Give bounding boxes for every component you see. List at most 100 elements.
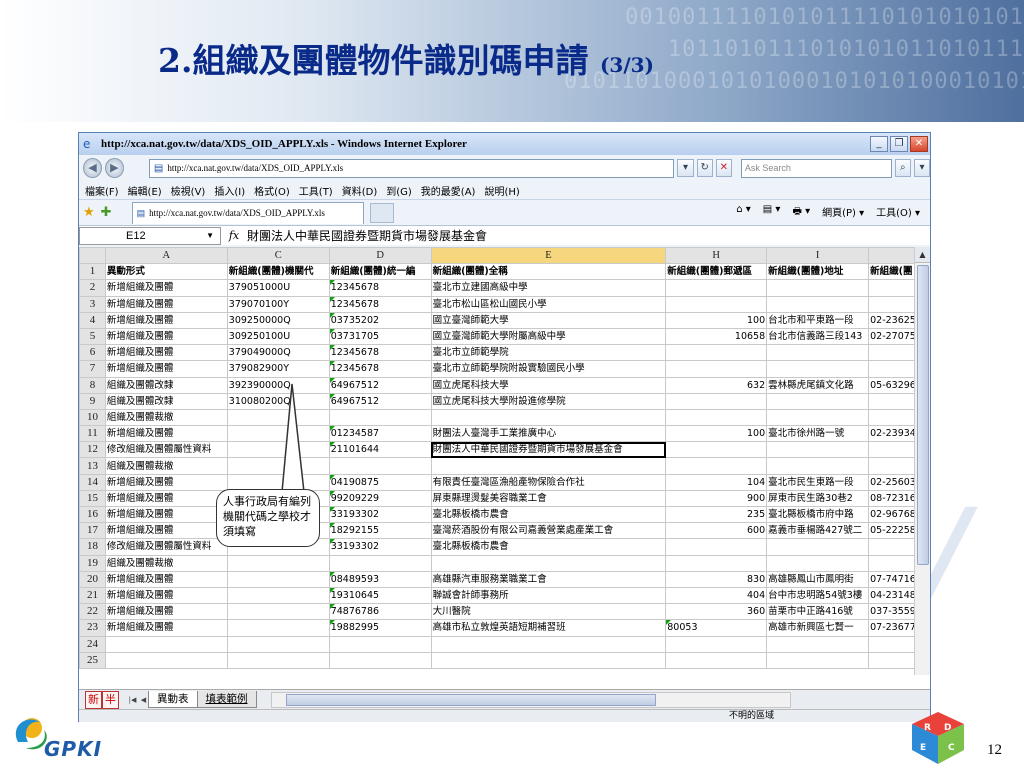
table-cell[interactable]: 高雄縣汽車服務業職業工會 xyxy=(430,570,667,588)
table-cell[interactable]: 01234587 xyxy=(328,425,432,443)
sheet-tab[interactable]: 填表範例 xyxy=(196,691,257,708)
tab-current[interactable]: ▤ http://xca.nat.gov.tw/data/XDS_OID_APP… xyxy=(131,201,364,224)
table-cell[interactable]: 80053 xyxy=(665,619,768,637)
sheet-tab[interactable]: 異動表 xyxy=(148,691,198,708)
row-header[interactable]: 18 xyxy=(79,538,106,556)
table-cell[interactable]: 309250000Q xyxy=(226,311,330,329)
menu-tools[interactable]: 工具(T) xyxy=(299,183,333,198)
table-cell[interactable]: 379049000Q xyxy=(226,344,330,362)
table-cell[interactable]: 12345678 xyxy=(328,295,432,313)
table-cell[interactable] xyxy=(766,408,870,427)
table-cell[interactable] xyxy=(766,279,870,297)
table-cell[interactable]: 新增組織及團體 xyxy=(104,360,228,378)
horizontal-scrollbar[interactable] xyxy=(270,691,791,708)
table-cell[interactable] xyxy=(226,586,330,605)
row-header[interactable]: 1 xyxy=(79,263,106,281)
menu-view[interactable]: 檢視(V) xyxy=(171,183,206,198)
table-cell[interactable]: 830 xyxy=(665,570,768,588)
table-cell[interactable]: 33193302 xyxy=(328,538,432,556)
table-cell[interactable]: 新組織(團體)機關代 xyxy=(226,263,330,281)
table-cell[interactable] xyxy=(104,651,228,669)
table-cell[interactable]: 臺灣菸酒股份有限公司嘉義營業處產業工會 xyxy=(430,522,667,540)
table-cell[interactable]: 18292155 xyxy=(328,522,432,540)
row-header[interactable]: 10 xyxy=(79,408,106,427)
row-header[interactable]: 7 xyxy=(79,360,106,378)
table-cell[interactable]: 235 xyxy=(665,505,768,524)
menu-edit[interactable]: 編輯(E) xyxy=(128,183,162,198)
row-header[interactable]: 12 xyxy=(79,441,106,459)
table-cell[interactable]: 雲林縣虎尾鎮文化路 xyxy=(766,376,870,394)
table-cell[interactable]: 03735202 xyxy=(328,311,432,329)
table-cell[interactable]: 臺北市立師範學院附設實驗國民小學 xyxy=(430,360,667,378)
table-cell[interactable]: 異動形式 xyxy=(104,263,228,281)
maximize-button[interactable]: ❐ xyxy=(890,136,908,152)
table-cell[interactable]: 臺北市徐州路一號 xyxy=(766,425,870,443)
table-cell[interactable]: 新增組織及團體 xyxy=(104,505,228,524)
table-cell[interactable]: 12345678 xyxy=(328,344,432,362)
formula-input[interactable]: 財團法人中華民國證券暨期貨市場發展基金會 xyxy=(247,227,930,244)
table-cell[interactable]: 高雄縣鳳山市鳳明街 xyxy=(766,570,870,588)
table-cell[interactable] xyxy=(665,554,768,572)
table-cell[interactable]: 臺北市立建國高級中學 xyxy=(430,279,667,297)
row-header[interactable]: 5 xyxy=(79,327,106,346)
table-cell[interactable]: 新組織(團體)統一編 xyxy=(328,263,432,281)
table-cell[interactable]: 國立臺灣師範大學 xyxy=(430,311,667,329)
row-header[interactable]: 4 xyxy=(79,311,106,329)
menu-data[interactable]: 資料(D) xyxy=(342,183,378,198)
table-cell[interactable] xyxy=(328,408,432,427)
table-cell[interactable]: 64967512 xyxy=(328,392,432,410)
address-dropdown-icon[interactable]: ▾ xyxy=(677,159,694,177)
table-cell[interactable]: 99209229 xyxy=(328,489,432,508)
scroll-thumb[interactable] xyxy=(917,265,929,565)
table-cell[interactable]: 新增組織及團體 xyxy=(104,586,228,605)
row-header[interactable]: 16 xyxy=(79,505,106,524)
active-cell[interactable]: 財團法人中華民國證券暨期貨市場發展基金會 xyxy=(430,441,667,459)
row-header[interactable]: 19 xyxy=(79,554,106,572)
column-header[interactable]: A xyxy=(104,247,228,265)
table-cell[interactable]: 國立虎尾科技大學附設進修學院 xyxy=(430,392,667,410)
table-cell[interactable]: 100 xyxy=(665,311,768,329)
menu-favorites[interactable]: 我的最愛(A) xyxy=(421,183,476,198)
table-cell[interactable] xyxy=(430,651,667,669)
ime-width[interactable]: 半 xyxy=(102,691,119,709)
table-cell[interactable]: 修改組織及團體屬性資料 xyxy=(104,441,228,459)
page-menu-button[interactable]: 網頁(P) ▾ xyxy=(822,204,864,221)
table-cell[interactable]: 新增組織及團體 xyxy=(104,279,228,297)
tools-menu-button[interactable]: 工具(O) ▾ xyxy=(876,204,920,221)
table-cell[interactable]: 08489593 xyxy=(328,570,432,588)
search-options-icon[interactable]: ▾ xyxy=(913,159,931,177)
table-cell[interactable] xyxy=(430,635,667,653)
back-icon[interactable]: ◀ xyxy=(83,158,102,178)
search-icon[interactable]: ⌕ xyxy=(894,159,911,177)
table-cell[interactable]: 19882995 xyxy=(328,619,432,637)
table-cell[interactable] xyxy=(328,554,432,572)
table-cell[interactable]: 組織及團體裁撤 xyxy=(104,457,228,475)
search-input[interactable]: Ask Search xyxy=(740,158,892,178)
table-cell[interactable]: 21101644 xyxy=(328,441,432,459)
table-cell[interactable]: 高雄市新興區七賢一 xyxy=(766,619,870,637)
table-cell[interactable]: 新增組織及團體 xyxy=(104,425,228,443)
table-cell[interactable] xyxy=(328,457,432,475)
table-cell[interactable] xyxy=(665,360,768,378)
menu-help[interactable]: 說明(H) xyxy=(484,183,519,198)
table-cell[interactable]: 12345678 xyxy=(328,360,432,378)
table-cell[interactable]: 632 xyxy=(665,376,768,394)
minimize-button[interactable]: _ xyxy=(870,136,888,152)
table-cell[interactable] xyxy=(430,457,667,475)
row-header[interactable]: 17 xyxy=(79,522,106,540)
table-cell[interactable]: 10658 xyxy=(665,327,768,346)
row-header[interactable]: 6 xyxy=(79,344,106,362)
name-box[interactable]: E12 ▼ xyxy=(79,226,221,245)
table-cell[interactable]: 03731705 xyxy=(328,327,432,346)
fx-icon[interactable]: fx xyxy=(221,229,247,242)
table-cell[interactable]: 新組織(團體)地址 xyxy=(766,263,870,281)
table-cell[interactable]: 修改組織及團體屬性資料 xyxy=(104,538,228,556)
scroll-up-icon[interactable]: ▲ xyxy=(915,247,930,263)
row-header[interactable]: 3 xyxy=(79,295,106,313)
table-cell[interactable]: 新增組織及團體 xyxy=(104,327,228,346)
ime-mode[interactable]: 新 xyxy=(85,691,102,709)
table-cell[interactable] xyxy=(766,457,870,475)
row-header[interactable]: 24 xyxy=(79,635,106,653)
first-sheet-icon[interactable]: |◀ xyxy=(127,696,138,704)
row-header[interactable]: 8 xyxy=(79,376,106,394)
